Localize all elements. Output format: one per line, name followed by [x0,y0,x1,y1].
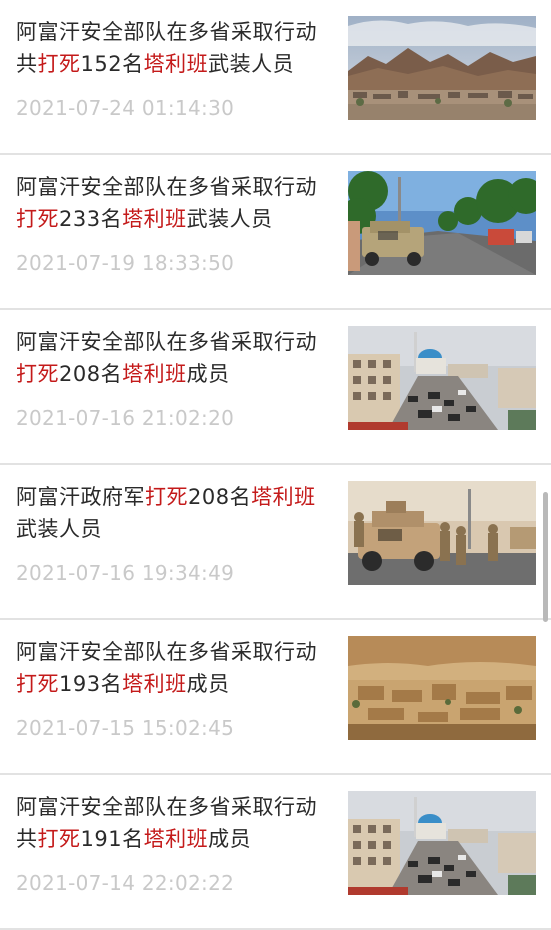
news-thumbnail[interactable] [348,481,536,585]
news-time: 2021-07-14 22:02:22 [16,871,235,895]
news-thumbnail[interactable] [348,791,536,895]
news-time: 2021-07-16 21:02:20 [16,406,235,430]
news-title-highlight: 塔利班 [143,52,209,76]
news-title-highlight: 塔利班 [122,207,187,231]
news-title-highlight: 塔利班 [251,485,316,509]
military-vehicle-road-photo [348,171,536,275]
news-title-highlight: 打死 [37,827,81,851]
news-title[interactable]: 阿富汗安全部队在多省采取行动打死208名塔利班成员 [16,326,336,390]
news-time: 2021-07-15 15:02:45 [16,716,235,740]
news-item[interactable]: 阿富汗安全部队在多省采取行动打死233名塔利班武装人员 2021-07-19 1… [0,155,551,310]
news-title-highlight: 塔利班 [143,827,209,851]
news-thumbnail[interactable] [348,171,536,275]
news-title[interactable]: 阿富汗政府军打死208名塔利班武装人员 [16,481,336,545]
news-title-text: 武装人员 [186,207,273,231]
news-title-highlight: 打死 [16,207,59,231]
news-title-text: 193名 [59,672,123,696]
news-title-highlight: 打死 [16,362,59,386]
news-item[interactable]: 阿富汗安全部队在多省采取行动打死208名塔利班成员 2021-07-16 21:… [0,310,551,465]
news-title-highlight: 打死 [37,52,81,76]
news-title-text: 208名 [59,362,123,386]
city-street-mosque-photo [348,326,536,430]
news-title-text: 208名 [188,485,252,509]
news-title-text: 武装人员 [16,517,102,541]
soldiers-humvee-photo [348,481,536,585]
desert-village-photo [348,636,536,740]
news-title-text: 武装人员 [208,52,295,76]
news-thumbnail[interactable] [348,636,536,740]
news-time: 2021-07-19 18:33:50 [16,251,235,275]
scrollbar[interactable] [543,492,548,622]
news-item[interactable]: 阿富汗安全部队在多省采取行动共打死191名塔利班成员 2021-07-14 22… [0,775,551,930]
news-time: 2021-07-16 19:34:49 [16,561,235,585]
news-title-text: 阿富汗安全部队在多省采取行动 [16,330,317,354]
news-title-highlight: 塔利班 [122,362,187,386]
news-item[interactable]: 阿富汗政府军打死208名塔利班武装人员 2021-07-16 19:34:49 [0,465,551,620]
news-title[interactable]: 阿富汗安全部队在多省采取行动打死233名塔利班武装人员 [16,171,336,235]
news-title-text: 阿富汗安全部队在多省采取行动 [16,640,317,664]
news-thumbnail[interactable] [348,326,536,430]
news-title-text: 233名 [59,207,123,231]
news-title-text: 阿富汗政府军 [16,485,145,509]
news-item[interactable]: 阿富汗安全部队在多省采取行动打死193名塔利班成员 2021-07-15 15:… [0,620,551,775]
news-title-text: 152名 [80,52,144,76]
news-title-text: 阿富汗安全部队在多省采取行动 [16,175,317,199]
news-title-text: 成员 [208,827,252,851]
news-thumbnail[interactable] [348,16,536,120]
news-title[interactable]: 阿富汗安全部队在多省采取行动共打死152名塔利班武装人员 [16,16,336,80]
news-title-text: 成员 [186,672,230,696]
news-title-text: 成员 [186,362,230,386]
news-title-highlight: 打死 [145,485,188,509]
city-street-mosque-photo [348,791,536,895]
news-title-highlight: 塔利班 [122,672,187,696]
news-title-text: 191名 [80,827,144,851]
news-item[interactable]: 阿富汗安全部队在多省采取行动共打死152名塔利班武装人员 2021-07-24 … [0,0,551,155]
mountain-town-photo [348,16,536,120]
news-time: 2021-07-24 01:14:30 [16,96,235,120]
news-title[interactable]: 阿富汗安全部队在多省采取行动共打死191名塔利班成员 [16,791,336,855]
news-title[interactable]: 阿富汗安全部队在多省采取行动打死193名塔利班成员 [16,636,336,700]
news-title-highlight: 打死 [16,672,59,696]
